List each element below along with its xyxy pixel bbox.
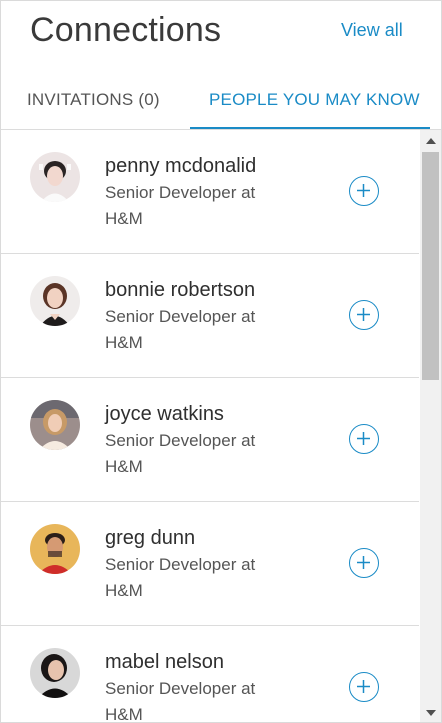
person-avatar-icon bbox=[30, 648, 80, 698]
person-role: Senior Developer at H&M bbox=[105, 183, 256, 228]
connections-panel: Connections View all INVITATIONS (0) PEO… bbox=[0, 0, 442, 723]
person-name[interactable]: greg dunn bbox=[105, 527, 195, 550]
vertical-scrollbar[interactable] bbox=[420, 130, 441, 722]
add-connection-button[interactable] bbox=[349, 176, 379, 206]
person-avatar-icon bbox=[30, 276, 80, 326]
add-connection-button[interactable] bbox=[349, 300, 379, 330]
add-connection-button[interactable] bbox=[349, 424, 379, 454]
add-connection-button[interactable] bbox=[349, 672, 379, 702]
list-item: mabel nelson Senior Developer at H&M bbox=[1, 626, 419, 722]
panel-header: Connections View all bbox=[1, 1, 441, 65]
person-role: Senior Developer at H&M bbox=[105, 431, 256, 476]
page-title: Connections bbox=[30, 11, 222, 49]
tab-invitations[interactable]: INVITATIONS (0) bbox=[27, 90, 160, 110]
list-item: bonnie robertson Senior Developer at H&M bbox=[1, 254, 419, 378]
person-name[interactable]: penny mcdonalid bbox=[105, 155, 256, 178]
plus-circle-icon bbox=[357, 432, 370, 445]
tab-bar: INVITATIONS (0) PEOPLE YOU MAY KNOW bbox=[1, 65, 441, 130]
plus-circle-icon bbox=[357, 556, 370, 569]
person-name[interactable]: bonnie robertson bbox=[105, 279, 255, 302]
scrollbar-thumb[interactable] bbox=[422, 152, 439, 380]
list-item: penny mcdonalid Senior Developer at H&M bbox=[1, 130, 419, 254]
plus-circle-icon bbox=[357, 184, 370, 197]
view-all-link[interactable]: View all bbox=[341, 20, 403, 41]
active-tab-indicator bbox=[190, 127, 430, 129]
person-name[interactable]: mabel nelson bbox=[105, 651, 224, 674]
person-avatar-icon bbox=[30, 152, 80, 202]
person-avatar-icon bbox=[30, 400, 80, 450]
list-item: joyce watkins Senior Developer at H&M bbox=[1, 378, 419, 502]
person-role: Senior Developer at H&M bbox=[105, 679, 256, 722]
add-connection-button[interactable] bbox=[349, 548, 379, 578]
scroll-up-arrow-icon[interactable] bbox=[426, 138, 436, 144]
person-role: Senior Developer at H&M bbox=[105, 555, 256, 600]
plus-circle-icon bbox=[357, 308, 370, 321]
tab-people-you-may-know[interactable]: PEOPLE YOU MAY KNOW bbox=[209, 90, 420, 110]
person-role: Senior Developer at H&M bbox=[105, 307, 256, 352]
people-list: penny mcdonalid Senior Developer at H&M bbox=[1, 130, 419, 722]
list-item: greg dunn Senior Developer at H&M bbox=[1, 502, 419, 626]
plus-circle-icon bbox=[357, 680, 370, 693]
person-avatar-icon bbox=[30, 524, 80, 574]
scroll-down-arrow-icon[interactable] bbox=[426, 710, 436, 716]
person-name[interactable]: joyce watkins bbox=[105, 403, 224, 426]
